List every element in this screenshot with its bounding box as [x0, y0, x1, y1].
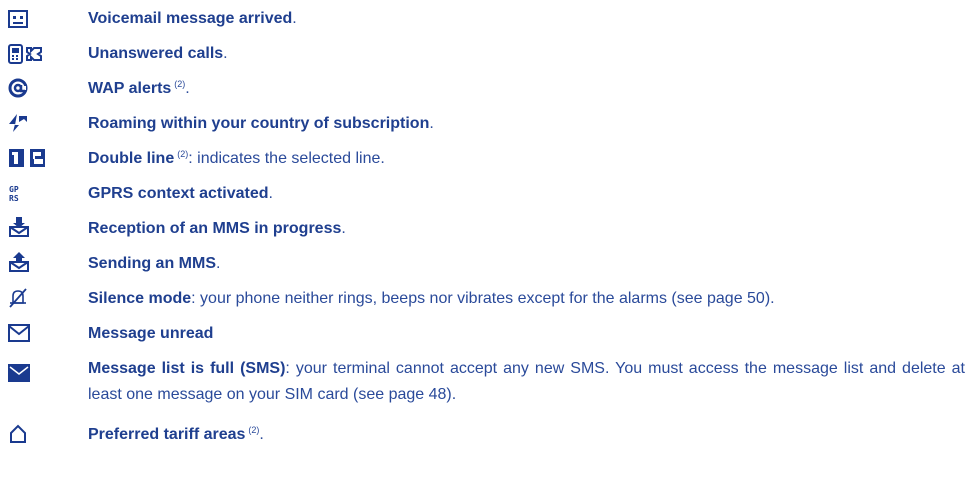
- unanswered-calls-icon: [8, 43, 48, 65]
- item-punct: .: [216, 255, 221, 272]
- item-text: Silence mode: your phone neither rings, …: [88, 286, 965, 312]
- svg-text:RS: RS: [9, 194, 19, 203]
- voicemail-icon: [8, 8, 48, 30]
- item-text: Voicemail message arrived.: [88, 6, 965, 32]
- mms-receive-icon: [8, 216, 48, 238]
- item-punct: .: [259, 426, 264, 443]
- item-title: Message list is full (SMS): [88, 360, 286, 377]
- mms-send-icon: [8, 251, 48, 273]
- gprs-icon: GP RS: [8, 182, 48, 204]
- message-unread-icon: [8, 322, 48, 344]
- message-list-full-icon: [8, 362, 48, 384]
- item-title: GPRS context activated: [88, 185, 269, 202]
- item-punct: .: [429, 115, 434, 132]
- item-title: Silence mode: [88, 290, 192, 307]
- item-title: Unanswered calls: [88, 45, 224, 62]
- item-text: Double line (2): indicates the selected l…: [88, 146, 965, 172]
- icon-legend: Voicemail message arrived. Unanswered ca…: [0, 0, 973, 499]
- item-title: Reception of an MMS in progress: [88, 220, 342, 237]
- item-text: Reception of an MMS in progress.: [88, 216, 965, 242]
- silence-mode-icon: [8, 287, 48, 309]
- item-text: Preferred tariff areas (2).: [88, 422, 965, 448]
- item-title: Double line: [88, 150, 175, 167]
- footnote-ref: (2): [174, 78, 186, 89]
- item-punct: .: [268, 185, 273, 202]
- item-punct: .: [292, 10, 297, 27]
- item-text: Roaming within your country of subscript…: [88, 111, 965, 137]
- item-punct: .: [223, 45, 228, 62]
- svg-text:GP: GP: [9, 185, 19, 194]
- item-punct: .: [341, 220, 346, 237]
- item-title: Roaming within your country of subscript…: [88, 115, 430, 132]
- item-title: WAP alerts: [88, 80, 172, 97]
- footnote-ref: (2): [177, 148, 189, 159]
- item-text: Unanswered calls.: [88, 41, 965, 67]
- double-line-icon: [8, 147, 48, 169]
- item-punct: .: [185, 80, 190, 97]
- item-description: indicates the selected line.: [192, 150, 385, 167]
- item-text: WAP alerts (2).: [88, 76, 965, 102]
- item-text: Message unread: [88, 321, 965, 347]
- item-title: Message unread: [88, 325, 214, 342]
- roaming-icon: [8, 112, 48, 134]
- item-text: Sending an MMS.: [88, 251, 965, 277]
- preferred-tariff-icon: [8, 423, 48, 445]
- item-description: your phone neither rings, beeps nor vibr…: [195, 290, 775, 307]
- footnote-ref: (2): [248, 424, 260, 435]
- item-text: GPRS context activated.: [88, 181, 965, 207]
- item-text: Message list is full (SMS): your termina…: [88, 356, 965, 408]
- item-title: Preferred tariff areas: [88, 426, 246, 443]
- wap-alert-icon: [8, 77, 48, 99]
- item-title: Voicemail message arrived: [88, 10, 293, 27]
- item-title: Sending an MMS: [88, 255, 216, 272]
